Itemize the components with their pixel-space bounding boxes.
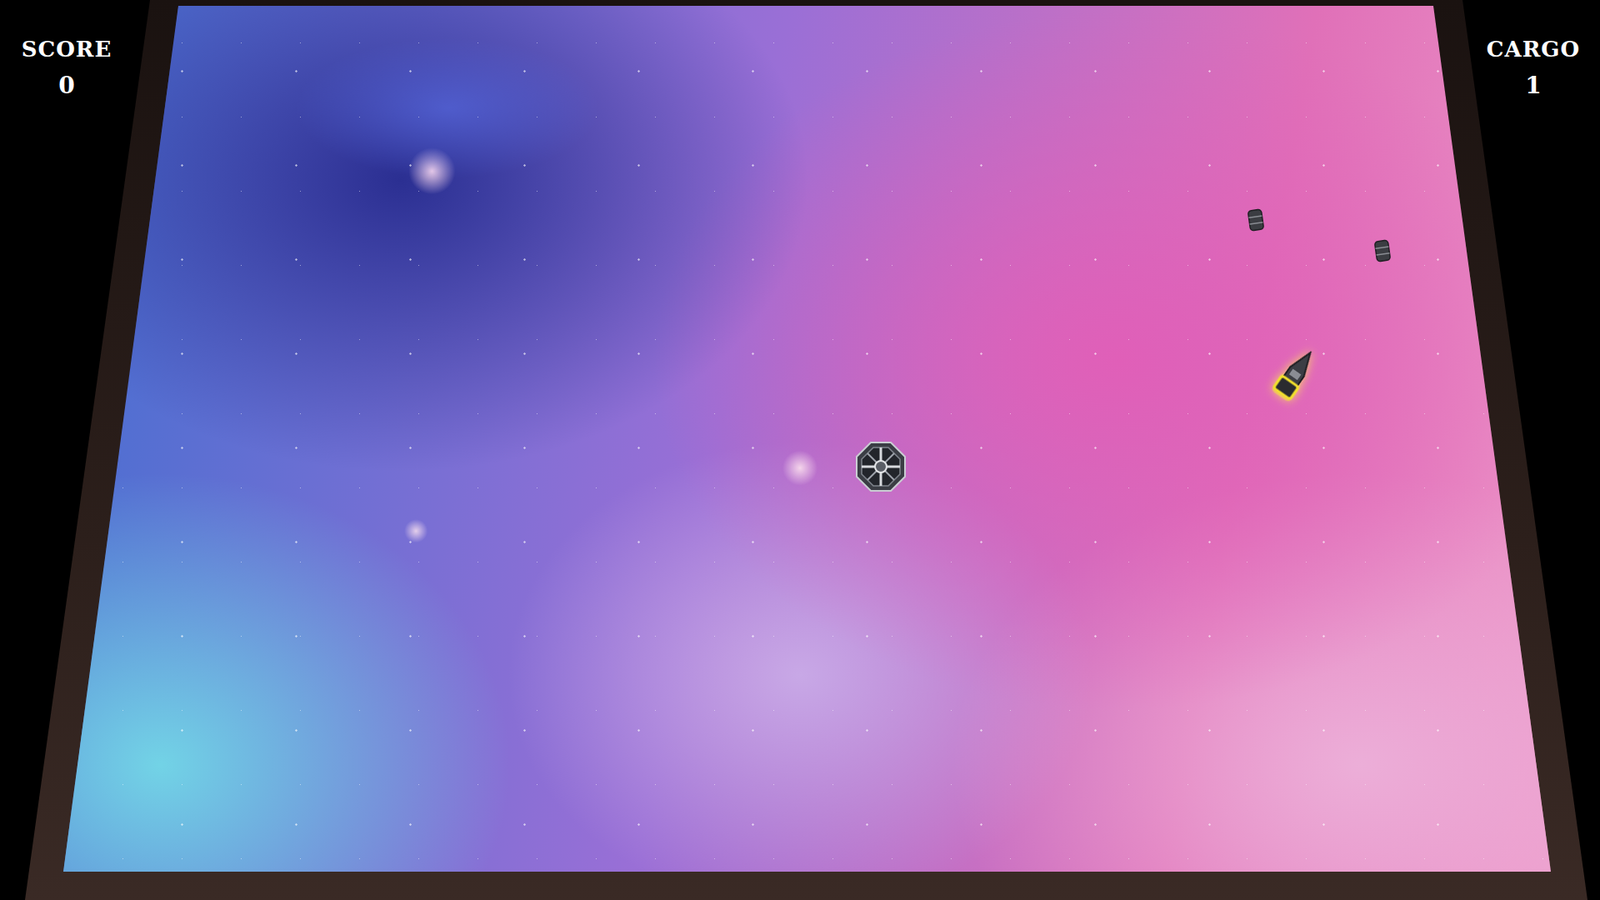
barrel-icon (1245, 207, 1266, 234)
cargo-label: CARGO (1481, 35, 1585, 64)
score-panel: SCORE 0 (0, 35, 134, 101)
cargo-panel: CARGO 1 (1466, 35, 1600, 101)
station-icon (855, 440, 907, 493)
score-value: 0 (53, 70, 80, 101)
barrel-icon (1245, 207, 1266, 234)
barrel-icon (1372, 238, 1393, 265)
station-icon (855, 440, 907, 493)
cargo-value: 1 (1520, 70, 1546, 101)
score-label: SCORE (16, 35, 118, 64)
barrel-icon (1372, 238, 1393, 265)
game-screen: SCORE 0 CARGO 1 (0, 0, 1600, 900)
play-field (0, 0, 1600, 900)
star-field (0, 0, 1600, 900)
